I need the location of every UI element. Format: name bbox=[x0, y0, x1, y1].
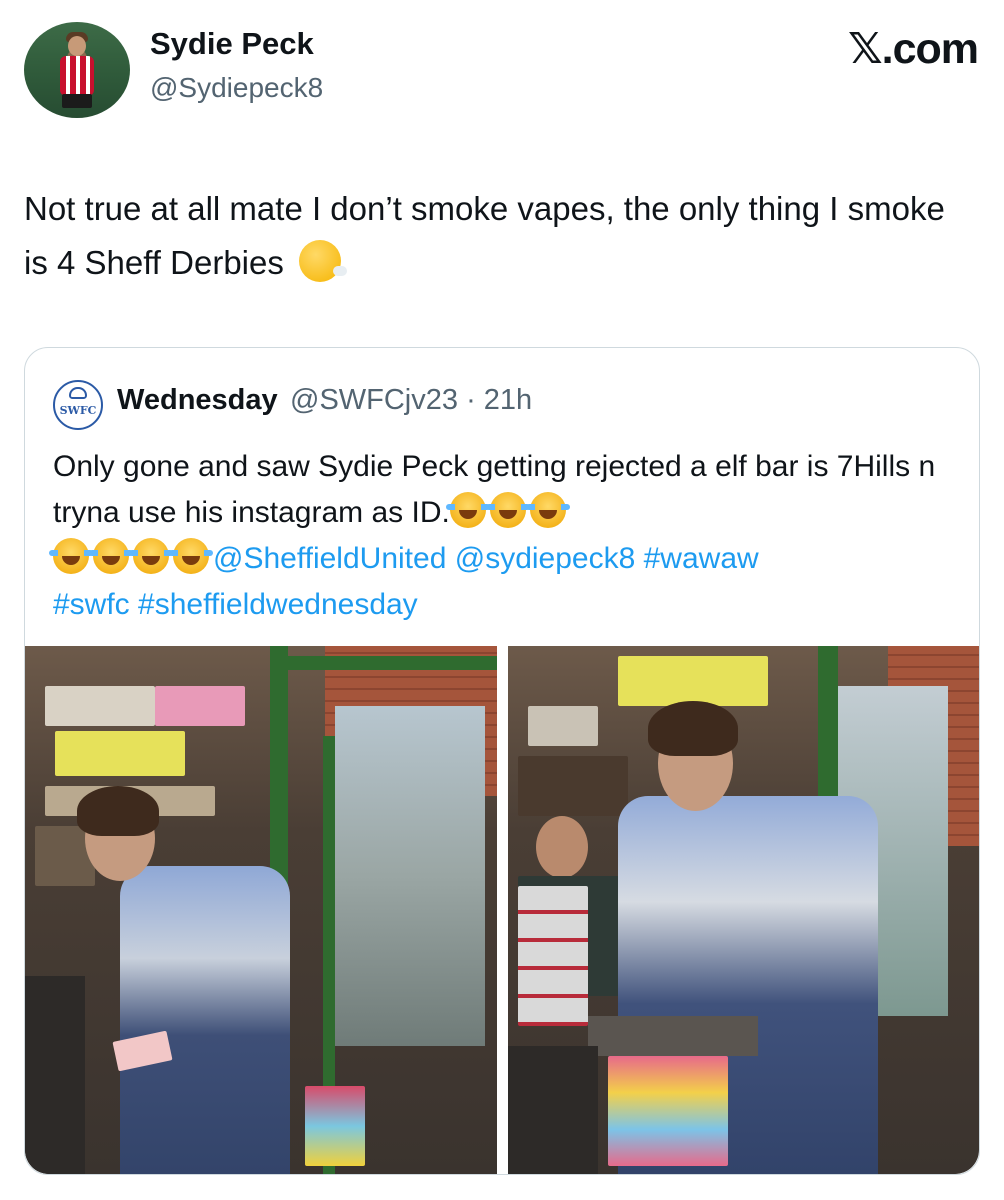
tears-of-joy-emoji-icon bbox=[129, 538, 173, 574]
hashtag-sheffieldwednesday[interactable]: #sheffieldwednesday bbox=[138, 588, 418, 621]
hashtag-swfc[interactable]: #swfc bbox=[53, 588, 130, 621]
photo-shop-right[interactable] bbox=[508, 646, 979, 1174]
shelf-stock bbox=[528, 706, 598, 746]
x-brand-logo: 𝕏.com bbox=[847, 25, 979, 73]
author-name[interactable]: Sydie Peck bbox=[150, 26, 314, 62]
avatar-shorts bbox=[62, 94, 92, 108]
candy-display bbox=[305, 1086, 365, 1166]
quoted-tweet[interactable]: SWFC Wednesday @SWFCjv23 · 21h Only gone… bbox=[24, 347, 980, 1175]
face-exhaling-emoji-icon bbox=[299, 240, 348, 282]
shelf-bottles bbox=[518, 756, 628, 816]
quoted-author-name[interactable]: Wednesday bbox=[117, 384, 278, 417]
tears-of-joy-emoji-icon bbox=[485, 492, 530, 528]
shop-window bbox=[335, 706, 485, 1046]
swfc-owl-avatar-icon[interactable]: SWFC bbox=[53, 380, 103, 430]
dark-foreground bbox=[25, 976, 85, 1174]
dark-foreground bbox=[508, 1046, 598, 1174]
shelf-stock bbox=[55, 731, 185, 776]
quoted-tweet-header: SWFC Wednesday @SWFCjv23 · 21h bbox=[53, 376, 953, 430]
photo-shop-left[interactable] bbox=[25, 646, 497, 1174]
tears-of-joy-emoji-icon bbox=[49, 538, 93, 574]
shelf-stock bbox=[155, 686, 245, 726]
tears-of-joy-emoji-icon bbox=[89, 538, 133, 574]
shelf-stock bbox=[45, 686, 155, 726]
mention-sheffield-united[interactable]: @SheffieldUnited bbox=[213, 542, 446, 575]
candy-display bbox=[608, 1056, 728, 1166]
tweet-text: Not true at all mate I don’t smoke vapes… bbox=[24, 182, 974, 290]
shelf-stock bbox=[618, 656, 768, 706]
mention-sydiepeck8[interactable]: @sydiepeck8 bbox=[455, 542, 636, 575]
tears-of-joy-emoji-icon bbox=[169, 538, 213, 574]
hashtag-wawaw[interactable]: #wawaw bbox=[644, 542, 759, 575]
person-hair bbox=[648, 701, 738, 756]
avatar-shirt bbox=[60, 56, 94, 96]
snus-display bbox=[518, 886, 588, 1026]
person-hair bbox=[77, 786, 159, 836]
tweet-header: Sydie Peck @Sydiepeck8 𝕏.com bbox=[24, 22, 980, 122]
author-avatar[interactable] bbox=[24, 22, 130, 118]
counter bbox=[588, 1016, 758, 1056]
author-handle[interactable]: @Sydiepeck8 bbox=[150, 72, 323, 104]
tears-of-joy-emoji-icon bbox=[445, 492, 490, 528]
avatar-head bbox=[68, 36, 86, 56]
tweet-body: Not true at all mate I don’t smoke vapes… bbox=[24, 190, 945, 281]
quoted-author-meta[interactable]: @SWFCjv23 · 21h bbox=[290, 384, 532, 417]
door-frame-top bbox=[270, 656, 497, 670]
person-jacket bbox=[120, 866, 290, 1174]
quoted-tweet-text: Only gone and saw Sydie Peck getting rej… bbox=[49, 444, 953, 628]
tears-of-joy-emoji-icon bbox=[525, 492, 570, 528]
shopkeeper-head bbox=[536, 816, 588, 878]
